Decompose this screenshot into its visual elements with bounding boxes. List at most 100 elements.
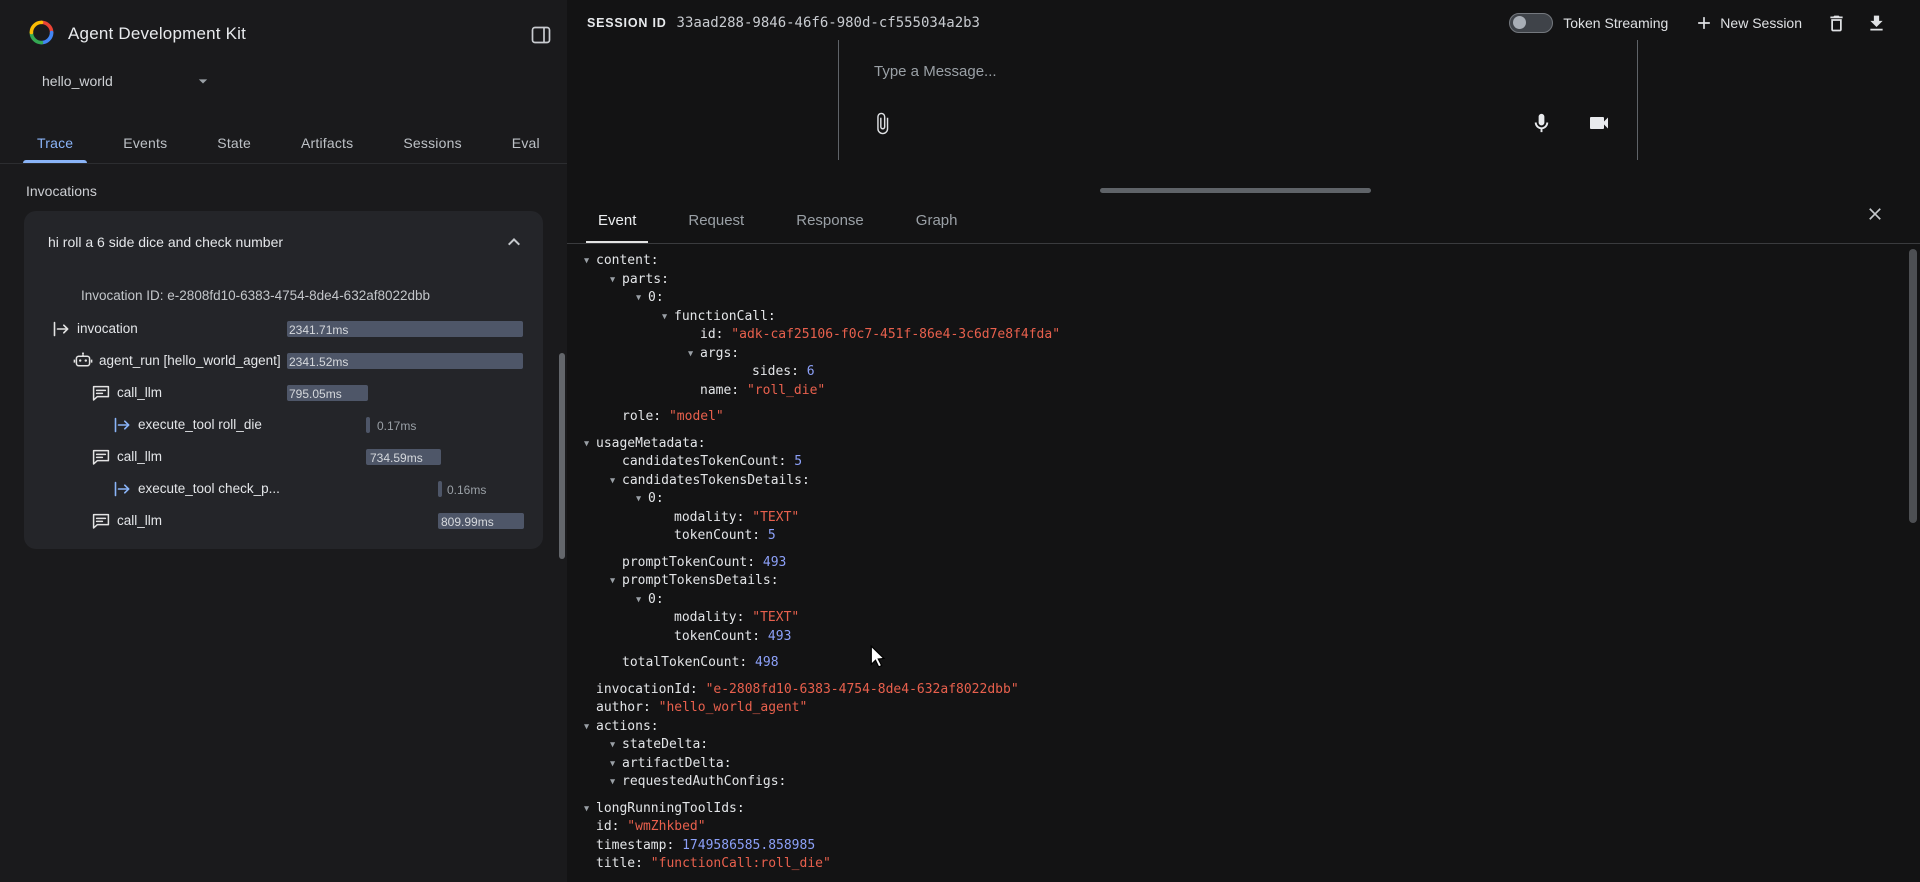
collapse-toggle-icon[interactable]: ▼ xyxy=(584,718,596,737)
collapse-toggle-icon[interactable]: ▼ xyxy=(688,345,700,364)
microphone-icon[interactable] xyxy=(1528,110,1554,136)
json-key[interactable]: content: xyxy=(596,252,659,271)
detail-tab-response[interactable]: Response xyxy=(770,198,890,243)
trace-duration: 2341.71ms xyxy=(289,323,348,337)
chat-area xyxy=(567,40,1920,160)
trace-span-label: call_llm xyxy=(117,385,162,400)
app-title: Agent Development Kit xyxy=(68,24,246,44)
agent-select-dropdown[interactable]: hello_world xyxy=(24,64,219,98)
trace-row-agent_run[interactable]: agent_run [hello_world_agent]2341.52ms xyxy=(24,345,543,377)
invocation-card-header[interactable]: hi roll a 6 side dice and check number xyxy=(24,211,543,272)
json-key[interactable]: parts: xyxy=(622,271,669,290)
sidebar-tab-state[interactable]: State xyxy=(197,122,271,163)
collapse-toggle-icon[interactable]: ▼ xyxy=(610,755,622,774)
json-key[interactable]: promptTokensDetails: xyxy=(622,572,779,591)
trace-row-call_llm[interactable]: call_llm 734.59ms xyxy=(24,441,543,473)
json-key[interactable]: args: xyxy=(700,345,739,364)
trace-row-invocation[interactable]: invocation2341.71ms xyxy=(24,313,543,345)
token-streaming-toggle[interactable] xyxy=(1509,13,1553,33)
trace-duration-bar xyxy=(366,417,370,433)
json-value: 498 xyxy=(747,654,778,673)
vertical-scrollbar[interactable] xyxy=(1909,249,1917,523)
collapse-toggle-icon[interactable]: ▼ xyxy=(610,736,622,755)
json-value: 1749586585.858985 xyxy=(674,837,815,856)
trace-duration: 809.99ms xyxy=(441,515,494,529)
trace-duration: 734.59ms xyxy=(370,451,423,465)
json-value: 6 xyxy=(799,363,815,382)
trace-row-call_llm[interactable]: call_llm795.05ms xyxy=(24,377,543,409)
json-key[interactable]: actions: xyxy=(596,718,659,737)
attach-file-icon[interactable] xyxy=(869,110,895,136)
json-line: candidatesTokenCount: 5 xyxy=(572,453,1906,472)
json-key[interactable]: requestedAuthConfigs: xyxy=(622,773,786,792)
close-detail-icon[interactable] xyxy=(1864,203,1886,225)
sidebar-scrollbar[interactable] xyxy=(559,353,565,559)
json-line: tokenCount: 5 xyxy=(572,527,1906,546)
collapse-toggle-icon[interactable]: ▼ xyxy=(610,572,622,591)
trace-span-label: call_llm xyxy=(117,513,162,528)
json-key[interactable]: 0: xyxy=(648,591,664,610)
json-key: title: xyxy=(596,855,643,874)
sidebar-tab-artifacts[interactable]: Artifacts xyxy=(281,122,373,163)
json-line: ▼stateDelta: xyxy=(572,736,1906,755)
json-key[interactable]: artifactDelta: xyxy=(622,755,732,774)
token-streaming-label: Token Streaming xyxy=(1563,15,1668,31)
trace-duration: 0.16ms xyxy=(447,483,486,497)
json-key: sides: xyxy=(752,363,799,382)
json-key[interactable]: candidatesTokensDetails: xyxy=(622,472,810,491)
session-bar-actions: Token Streaming New Session xyxy=(1509,11,1888,35)
export-session-icon[interactable] xyxy=(1864,11,1888,35)
collapse-sidebar-icon[interactable] xyxy=(528,22,554,48)
collapse-toggle-icon[interactable]: ▼ xyxy=(584,800,596,819)
collapse-toggle-icon[interactable]: ▼ xyxy=(636,591,648,610)
collapse-toggle-icon[interactable]: ▼ xyxy=(662,308,674,327)
detail-tab-event[interactable]: Event xyxy=(572,198,662,243)
invocation-card: hi roll a 6 side dice and check number I… xyxy=(24,211,543,549)
trace-row-execute_tool[interactable]: execute_tool roll_die0.17ms xyxy=(24,409,543,441)
json-key[interactable]: 0: xyxy=(648,289,664,308)
sidebar-tab-eval[interactable]: Eval xyxy=(492,122,560,163)
json-key[interactable]: 0: xyxy=(648,490,664,509)
delete-session-icon[interactable] xyxy=(1824,11,1848,35)
trace-span-label: agent_run [hello_world_agent] xyxy=(99,353,281,368)
chevron-up-icon[interactable] xyxy=(502,230,526,254)
json-key: id: xyxy=(596,818,619,837)
new-session-button[interactable]: New Session xyxy=(1694,13,1802,33)
plus-icon xyxy=(1694,13,1714,33)
collapse-toggle-icon[interactable]: ▼ xyxy=(610,472,622,491)
collapse-toggle-icon[interactable]: ▼ xyxy=(610,773,622,792)
json-key: author: xyxy=(596,699,651,718)
json-line: ▼promptTokensDetails: xyxy=(572,572,1906,591)
sidebar-tab-trace[interactable]: Trace xyxy=(17,122,93,163)
maps-to-icon xyxy=(112,415,132,435)
json-key: invocationId: xyxy=(596,681,698,700)
trace-span-label: call_llm xyxy=(117,449,162,464)
sidebar-tab-events[interactable]: Events xyxy=(103,122,187,163)
detail-tab-bar: EventRequestResponseGraph xyxy=(567,198,1920,244)
sidebar-tab-sessions[interactable]: Sessions xyxy=(383,122,481,163)
collapse-toggle-icon[interactable]: ▼ xyxy=(636,490,648,509)
json-line: ▼artifactDelta: xyxy=(572,755,1906,774)
json-key[interactable]: functionCall: xyxy=(674,308,776,327)
collapse-toggle-icon[interactable]: ▼ xyxy=(584,435,596,454)
json-key[interactable]: longRunningToolIds: xyxy=(596,800,745,819)
sidebar: Agent Development Kit hello_world TraceE… xyxy=(0,0,567,882)
collapse-toggle-icon[interactable]: ▼ xyxy=(584,252,596,271)
json-key[interactable]: usageMetadata: xyxy=(596,435,706,454)
collapse-toggle-icon[interactable]: ▼ xyxy=(610,271,622,290)
json-line: sides: 6 xyxy=(572,363,1906,382)
json-line: ▼0: xyxy=(572,591,1906,610)
collapse-toggle-icon[interactable]: ▼ xyxy=(636,289,648,308)
horizontal-scrollbar[interactable] xyxy=(1100,188,1371,193)
trace-row-execute_tool[interactable]: execute_tool check_p...0.16ms xyxy=(24,473,543,505)
videocam-icon[interactable] xyxy=(1586,110,1612,136)
detail-tab-graph[interactable]: Graph xyxy=(890,198,984,243)
json-key[interactable]: stateDelta: xyxy=(622,736,708,755)
message-input[interactable] xyxy=(838,40,1638,160)
trace-duration: 0.17ms xyxy=(377,419,416,433)
detail-tab-request[interactable]: Request xyxy=(662,198,770,243)
chat-icon xyxy=(91,383,111,403)
json-line: ▼0: xyxy=(572,490,1906,509)
trace-row-call_llm[interactable]: call_llm 809.99ms xyxy=(24,505,543,537)
json-line: modality: "TEXT" xyxy=(572,609,1906,628)
